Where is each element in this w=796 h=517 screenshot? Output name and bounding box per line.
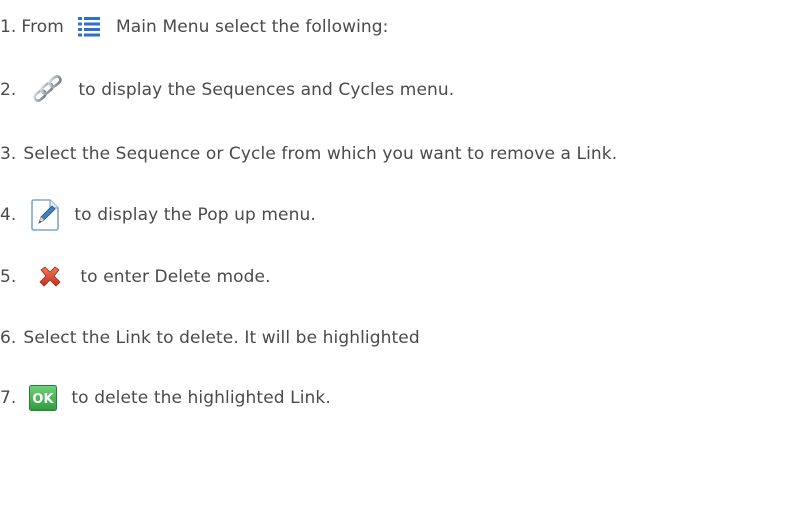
step-number: 7.: [0, 388, 17, 408]
step-number: 1.: [0, 17, 17, 37]
step-text: to delete the highlighted Link.: [71, 388, 331, 408]
step-1: 1. From Main Menu select the following:: [0, 7, 389, 47]
step-text: Select the Link to delete. It will be hi…: [23, 328, 420, 348]
step-text: Select the Sequence or Cycle from which …: [23, 144, 618, 164]
step-5: 5. to enter Delete mode.: [0, 257, 271, 297]
step-number: 6.: [0, 328, 17, 348]
step-6: 6. Select the Link to delete. It will be…: [0, 318, 420, 358]
chain-link-icon[interactable]: [32, 75, 64, 105]
step-text: to display the Sequences and Cycles menu…: [78, 80, 455, 100]
step-pre-text: From: [21, 17, 64, 37]
step-2: 2. to display the Sequences and Cycles m…: [0, 68, 454, 112]
step-text: Main Menu select the following:: [115, 17, 389, 37]
edit-pencil-icon[interactable]: [30, 199, 60, 231]
ok-button-icon[interactable]: OK: [29, 385, 58, 411]
step-text: to display the Pop up menu.: [74, 205, 316, 225]
ok-label: OK: [33, 392, 55, 407]
main-menu-list-icon[interactable]: [77, 17, 100, 37]
step-3: 3. Select the Sequence or Cycle from whi…: [0, 134, 617, 174]
step-text: to enter Delete mode.: [80, 267, 271, 287]
delete-x-icon[interactable]: [38, 266, 62, 288]
step-7: 7. OK to delete the highlighted Link.: [0, 378, 331, 418]
step-4: 4. to display the Pop up menu.: [0, 192, 316, 238]
step-number: 2.: [0, 80, 17, 100]
step-number: 4.: [0, 205, 17, 225]
step-number: 3.: [0, 144, 17, 164]
step-number: 5.: [0, 267, 17, 287]
